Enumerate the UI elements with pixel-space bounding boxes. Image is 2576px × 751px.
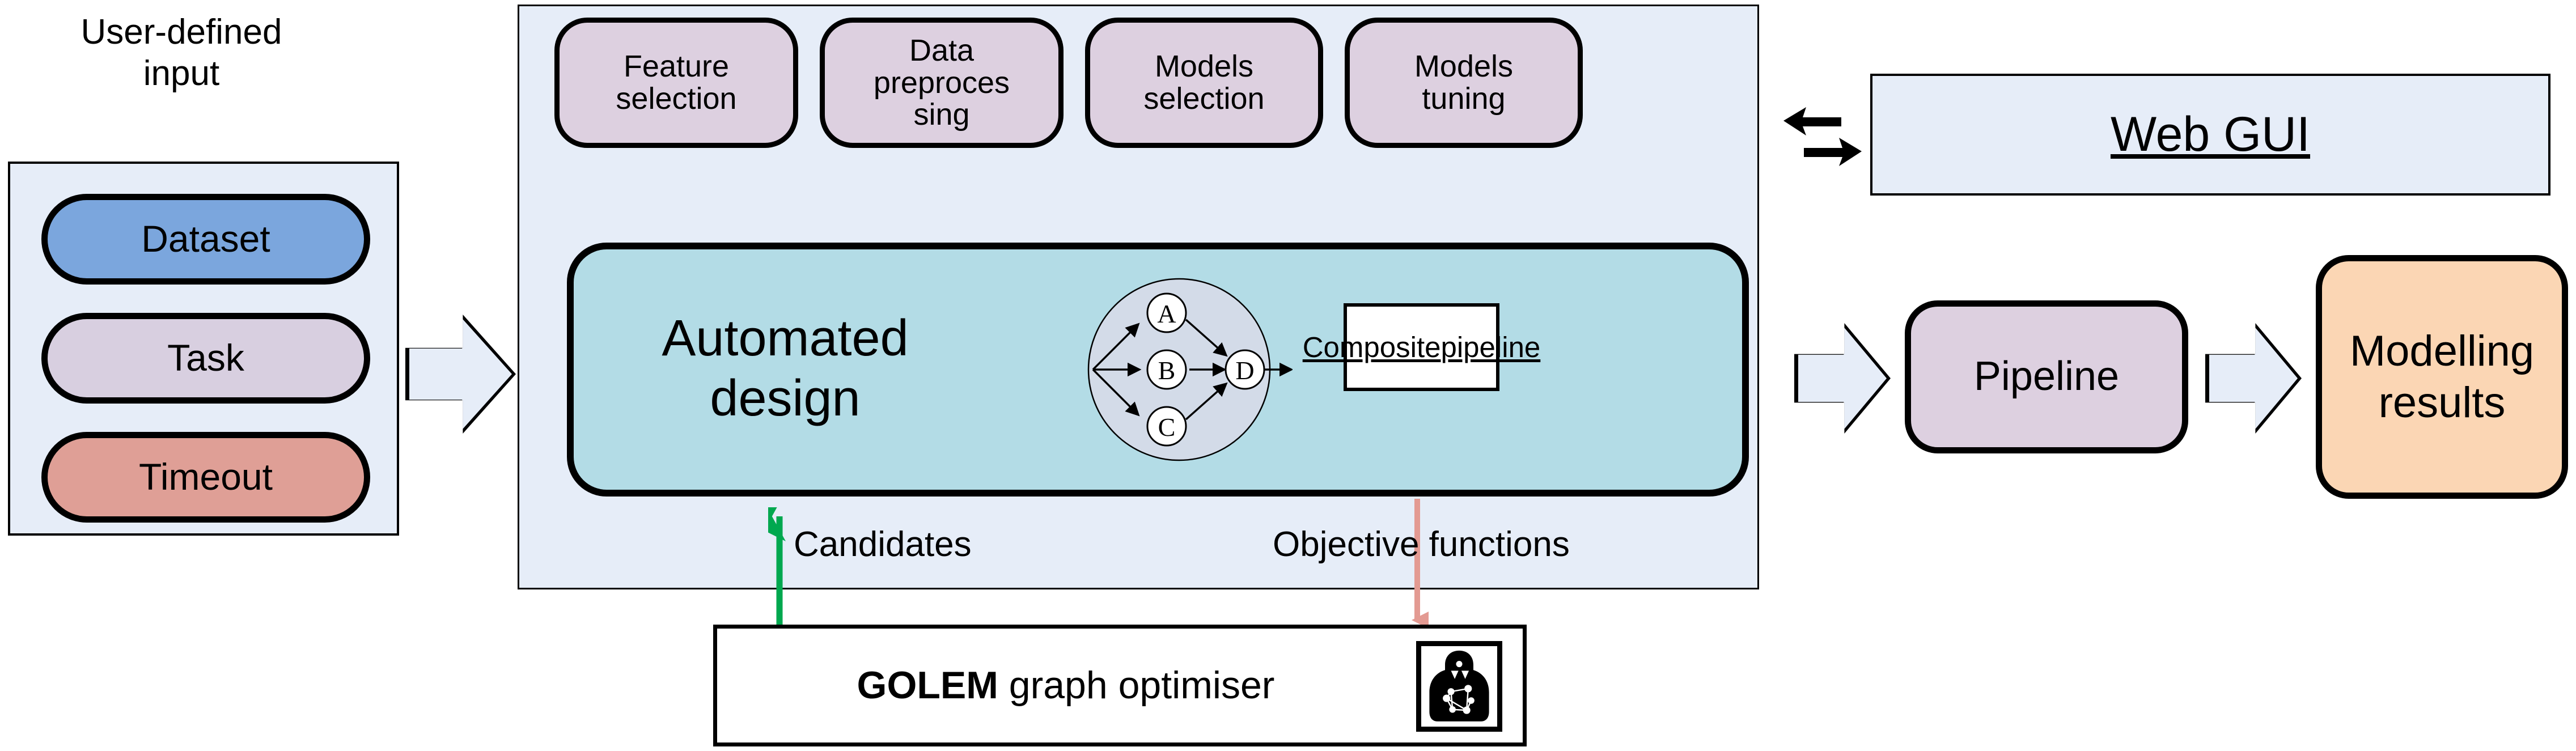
automated-design-label: Automated design [662,309,909,427]
bidirectional-arrows-icon [1780,99,1865,173]
objective-functions-label: Objective functions [1273,525,1570,564]
golem-name: GOLEM [857,663,998,707]
arrow-input-to-framework-icon [405,315,516,434]
golem-name-rest: graph optimiser [998,663,1275,707]
arrow-framework-to-pipeline-icon [1794,323,1891,434]
user-defined-input-panel: Dataset Task Timeout [8,162,399,536]
stage-models-tuning[interactable]: Models tuning [1345,18,1583,148]
golem-optimiser-label: GOLEM graph optimiser [717,629,1414,742]
dag-node-a-label: A [1157,299,1176,328]
stage-data-preprocessing[interactable]: Data preproces sing [820,18,1064,148]
modelling-results-node[interactable]: Modelling results [2316,255,2568,499]
input-item-task[interactable]: Task [41,313,370,404]
input-item-dataset[interactable]: Dataset [41,194,370,285]
dag-node-c-label: C [1158,413,1176,442]
input-item-timeout[interactable]: Timeout [41,432,370,523]
stage-models-selection[interactable]: Models selection [1085,18,1323,148]
pipeline-node[interactable]: Pipeline [1905,300,2188,453]
composite-pipeline-box[interactable]: Composite pipeline [1303,303,1540,391]
candidates-label: Candidates [794,525,972,564]
web-gui-box[interactable]: Web GUI [1870,74,2550,196]
pipeline-graph-dag: A B C D [1066,256,1294,483]
arrow-pipeline-to-results-icon [2205,323,2302,434]
dag-node-d-label: D [1235,356,1254,385]
golem-logo-icon [1416,641,1502,732]
dag-node-b-label: B [1158,356,1176,385]
golem-optimiser-box[interactable]: GOLEM graph optimiser [713,625,1527,746]
web-gui-label: Web GUI [2110,107,2311,162]
candidates-arrow-icon [736,491,791,629]
user-defined-input-title: User-defined input [80,12,282,94]
stage-feature-selection[interactable]: Feature selection [554,18,798,148]
